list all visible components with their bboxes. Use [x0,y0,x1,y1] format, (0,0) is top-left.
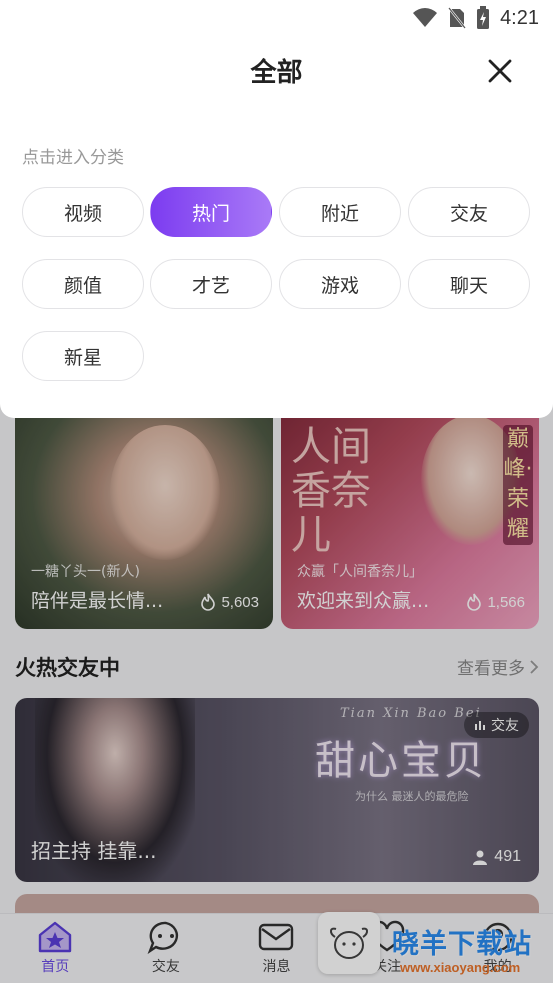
panel-hint: 点击进入分类 [22,148,124,168]
category-chip-hot[interactable]: 热门 [150,187,272,237]
panel-title: 全部 [250,58,303,88]
category-chip-video[interactable]: 视频 [22,187,144,237]
close-button[interactable] [485,56,515,86]
category-chip-chat[interactable]: 聊天 [408,259,530,309]
wifi-icon [413,8,438,27]
no-sim-icon [448,7,467,29]
category-chip-nearby[interactable]: 附近 [279,187,401,237]
category-chip-friends[interactable]: 交友 [408,187,530,237]
battery-charging-icon [477,6,490,29]
close-icon [488,59,512,83]
category-chip-new-star[interactable]: 新星 [22,331,144,381]
category-chip-talent[interactable]: 才艺 [150,259,272,309]
category-chip-games[interactable]: 游戏 [279,259,401,309]
category-chip-looks[interactable]: 颜值 [22,259,144,309]
category-panel: 4:21 全部 点击进入分类 视频 热门 附近 交友 颜值 才艺 游戏 聊天 新… [0,0,553,418]
status-icons: 4:21 [412,6,539,30]
status-bar: 4:21 [0,0,553,38]
status-time: 4:21 [500,6,539,29]
